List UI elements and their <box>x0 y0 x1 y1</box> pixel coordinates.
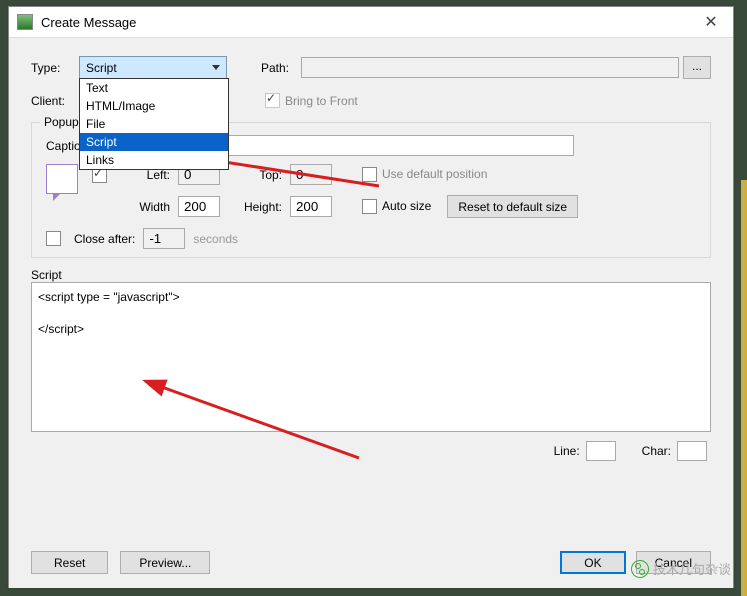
type-path-row: Type: Script Text HTML/Image File Script… <box>31 56 711 79</box>
close-after-label: Close after: <box>74 232 135 246</box>
script-label: Script <box>31 268 711 282</box>
footer-buttons: Reset Preview... OK Cancel <box>31 551 711 574</box>
dialog-body: Type: Script Text HTML/Image File Script… <box>9 38 733 588</box>
script-textarea[interactable] <box>31 282 711 432</box>
height-input[interactable] <box>290 196 332 217</box>
type-option[interactable]: File <box>80 115 228 133</box>
type-option[interactable]: HTML/Image <box>80 97 228 115</box>
type-option-selected[interactable]: Script <box>80 133 228 151</box>
char-label: Char: <box>642 444 671 458</box>
window-title: Create Message <box>41 15 689 30</box>
use-default-position-label: Use default position <box>382 167 487 181</box>
close-button[interactable]: ✕ <box>689 12 733 32</box>
close-after-checkbox[interactable] <box>46 231 61 246</box>
auto-size-label: Auto size <box>382 199 431 213</box>
seconds-label: seconds <box>193 232 238 246</box>
reset-to-default-size-button[interactable]: Reset to default size <box>447 195 578 218</box>
width-input[interactable] <box>178 196 220 217</box>
type-option[interactable]: Text <box>80 79 228 97</box>
client-label: Client: <box>31 94 79 108</box>
type-label: Type: <box>31 61 79 75</box>
reset-button[interactable]: Reset <box>31 551 108 574</box>
ok-button[interactable]: OK <box>560 551 625 574</box>
close-after-input[interactable] <box>143 228 185 249</box>
type-option[interactable]: Links <box>80 151 228 169</box>
top-label: Top: <box>242 168 282 182</box>
preview-button[interactable]: Preview... <box>120 551 210 574</box>
bring-to-front-checkbox[interactable] <box>265 93 280 108</box>
path-label: Path: <box>261 61 301 75</box>
watermark-icon <box>631 560 649 578</box>
bring-to-front-label: Bring to Front <box>285 94 358 108</box>
use-default-position-checkbox[interactable] <box>362 167 377 182</box>
dialog-window: Create Message ✕ Type: Script Text HTML/… <box>8 6 734 588</box>
titlebar: Create Message ✕ <box>9 7 733 38</box>
type-selected-value: Script <box>86 61 117 75</box>
app-icon <box>17 14 33 30</box>
line-value[interactable] <box>586 441 616 461</box>
char-value[interactable] <box>677 441 707 461</box>
auto-size-checkbox[interactable] <box>362 199 377 214</box>
popup-preview-icon <box>46 164 78 194</box>
path-input[interactable] <box>301 57 679 78</box>
type-dropdown: Text HTML/Image File Script Links <box>79 78 229 170</box>
width-label: Width <box>126 200 170 214</box>
chevron-down-icon <box>212 65 220 70</box>
watermark-text: 技术几句杂谈 <box>653 559 731 578</box>
type-select[interactable]: Script Text HTML/Image File Script Links <box>79 56 227 79</box>
line-label: Line: <box>554 444 580 458</box>
popup-enable-checkbox[interactable] <box>92 168 107 183</box>
watermark: 技术几句杂谈 <box>631 559 731 578</box>
top-input[interactable] <box>290 164 332 185</box>
background-accent <box>741 180 747 596</box>
height-label: Height: <box>242 200 282 214</box>
cursor-status: Line: Char: <box>31 441 707 461</box>
browse-button[interactable]: ... <box>683 56 711 79</box>
